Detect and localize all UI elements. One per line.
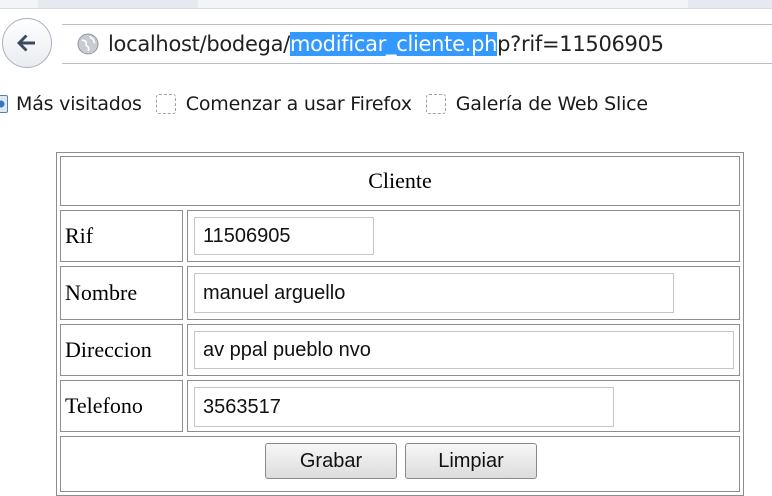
bookmark-label: Más visitados — [16, 93, 142, 115]
actions-cell: Grabar Limpiar — [60, 436, 740, 492]
telefono-cell — [187, 380, 740, 432]
grabar-button[interactable]: Grabar — [265, 443, 397, 479]
bookmark-placeholder-icon — [425, 94, 446, 114]
label-direccion: Direccion — [60, 324, 183, 376]
bookmarks-toolbar: Más visitados Comenzar a usar Firefox Ga… — [0, 84, 772, 124]
nombre-input[interactable] — [194, 273, 674, 313]
tab-strip-edge — [0, 0, 772, 9]
back-button[interactable] — [2, 18, 52, 68]
label-nombre: Nombre — [60, 266, 183, 320]
rif-input[interactable] — [194, 217, 374, 255]
tab-edge[interactable] — [38, 0, 198, 8]
tab-edge[interactable] — [688, 0, 772, 8]
cliente-form-table: Cliente Rif Nombre Direccion Telefono Gr… — [56, 152, 744, 496]
bookmark-label: Galería de Web Slice — [455, 93, 648, 115]
browser-chrome: localhost/bodega/modificar_cliente.php?r… — [0, 0, 772, 124]
bookmark-galeria[interactable]: Galería de Web Slice — [424, 93, 648, 115]
bookmark-placeholder-icon — [155, 94, 176, 114]
direccion-cell — [187, 324, 740, 376]
form-title: Cliente — [60, 156, 740, 206]
page-icon — [0, 95, 8, 113]
limpiar-button[interactable]: Limpiar — [405, 443, 537, 479]
label-telefono: Telefono — [60, 380, 183, 432]
label-rif: Rif — [60, 210, 183, 262]
bookmark-comenzar[interactable]: Comenzar a usar Firefox — [154, 93, 412, 115]
url-selection: modificar_cliente.ph — [289, 32, 498, 56]
url-prefix: localhost/bodega/ — [108, 32, 290, 56]
telefono-input[interactable] — [194, 387, 614, 427]
rif-cell — [187, 210, 740, 262]
url-text: localhost/bodega/modificar_cliente.php?r… — [108, 32, 664, 56]
direccion-input[interactable] — [194, 331, 734, 369]
address-bar[interactable]: localhost/bodega/modificar_cliente.php?r… — [62, 24, 772, 64]
bookmark-mas-visitados[interactable]: Más visitados — [0, 93, 142, 115]
globe-icon — [77, 33, 99, 55]
bookmark-label: Comenzar a usar Firefox — [185, 93, 412, 115]
nombre-cell — [187, 266, 740, 320]
url-suffix: p?rif=11506905 — [497, 32, 664, 56]
back-arrow-icon — [17, 34, 35, 52]
